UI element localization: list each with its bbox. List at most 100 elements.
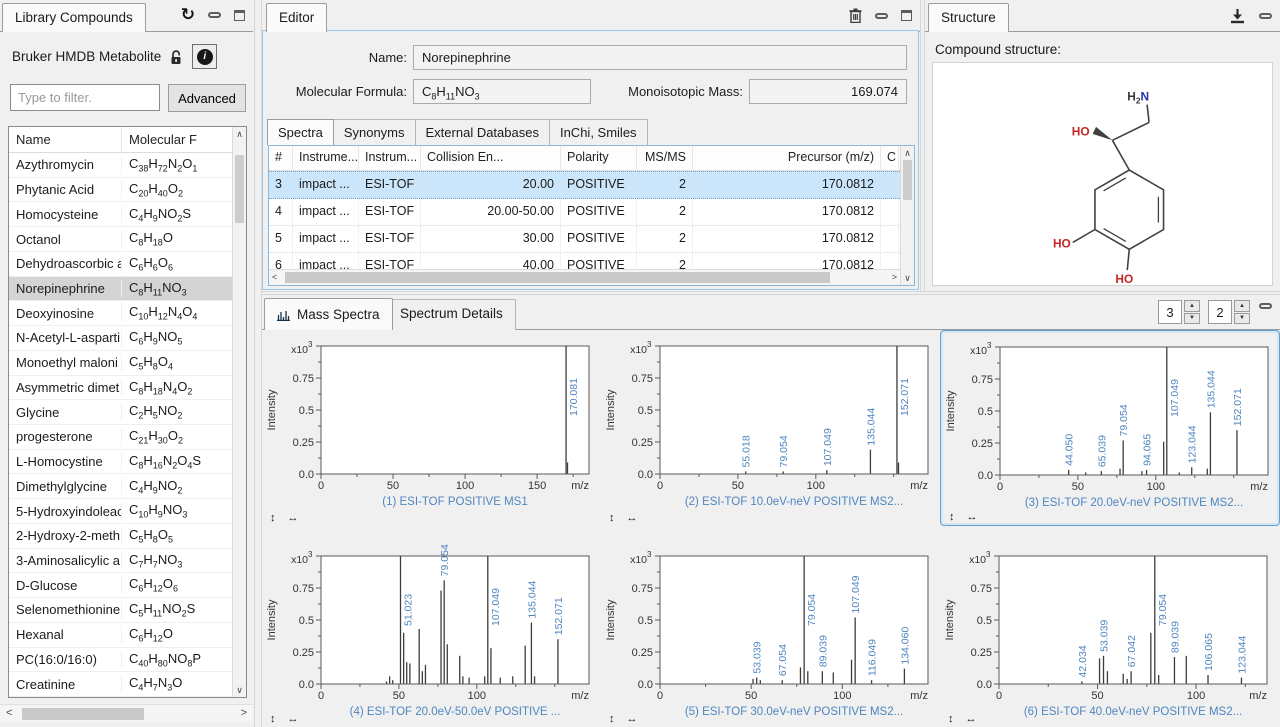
unlock-icon[interactable] <box>169 49 184 65</box>
minimize-icon[interactable] <box>875 13 888 19</box>
tab-structure[interactable]: Structure <box>928 3 1009 32</box>
monoisotopic-mass-field[interactable]: 169.074 <box>749 79 907 104</box>
tab-inchi-smiles[interactable]: InChi, Smiles <box>549 119 648 145</box>
compound-row[interactable]: L-HomocystineC8H16N2O4S <box>9 450 232 475</box>
spectra-column-header[interactable]: Instrum... <box>359 146 421 170</box>
vertical-zoom-icon[interactable]: ↕ <box>609 713 615 725</box>
spectrum-cell-4[interactable]: 0.00.250.50.75x103Intensity050100m/z51.0… <box>262 526 601 727</box>
scroll-down-icon[interactable]: ∨ <box>233 685 246 695</box>
spectra-column-header[interactable]: C <box>881 146 899 170</box>
spectra-column-header[interactable]: MS/MS <box>637 146 693 170</box>
vertical-zoom-icon[interactable]: ↕ <box>270 713 276 725</box>
horizontal-zoom-icon[interactable]: ↔ <box>966 713 977 725</box>
scroll-right-icon[interactable]: > <box>241 707 247 719</box>
filter-input[interactable] <box>10 84 160 111</box>
compound-row[interactable]: AzythromycinC38H72N2O1 <box>9 153 232 178</box>
compound-row[interactable]: NorepinephrineC8H11NO3 <box>9 277 232 302</box>
scroll-up-icon[interactable]: ∧ <box>901 148 914 158</box>
compound-row[interactable]: CreatinineC4H7N3O <box>9 672 232 697</box>
compound-row[interactable]: Phytanic AcidC20H40O2 <box>9 178 232 203</box>
spectra-column-header[interactable]: # <box>269 146 293 170</box>
compound-row[interactable]: 3-Aminosalicylic aC7H7NO3 <box>9 549 232 574</box>
grid-columns-value[interactable]: 3 <box>1158 300 1182 324</box>
scroll-right-icon[interactable]: > <box>892 272 897 282</box>
spectra-table-hscrollbar[interactable]: < > <box>269 269 900 285</box>
tab-library-compounds[interactable]: Library Compounds <box>2 3 146 32</box>
spectrum-cell-6[interactable]: 0.00.250.50.75x103Intensity050100m/z42.0… <box>940 526 1280 727</box>
compound-row[interactable]: HexanalC6H12O <box>9 623 232 648</box>
scrollbar-thumb[interactable] <box>285 272 830 283</box>
compound-row[interactable]: SelenomethionineC5H11NO2S <box>9 598 232 623</box>
scroll-left-icon[interactable]: < <box>6 707 12 719</box>
tab-spectrum-details[interactable]: Spectrum Details <box>387 299 516 330</box>
compound-row[interactable]: HomocysteineC4H9NO2S <box>9 202 232 227</box>
vertical-zoom-icon[interactable]: ↕ <box>270 512 276 524</box>
grid-rows-value[interactable]: 2 <box>1208 300 1232 324</box>
minimize-icon[interactable] <box>1259 13 1272 19</box>
compound-row[interactable]: N-Acetyl-L-aspartiC6H9NO5 <box>9 326 232 351</box>
compound-row[interactable]: PC(16:0/16:0)C40H80NO8P <box>9 648 232 673</box>
spinner-down-icon[interactable]: ▼ <box>1184 313 1200 325</box>
compound-row[interactable]: progesteroneC21H30O2 <box>9 425 232 450</box>
minimize-icon[interactable] <box>1259 303 1272 309</box>
spinner-down-icon[interactable]: ▼ <box>1234 313 1250 325</box>
tab-mass-spectra[interactable]: Mass Spectra <box>264 298 393 330</box>
column-header-name[interactable]: Name <box>9 127 121 152</box>
compound-row[interactable]: DeoxyinosineC10H12N4O4 <box>9 301 232 326</box>
scrollbar-thumb[interactable] <box>235 155 244 223</box>
horizontal-zoom-icon[interactable]: ↔ <box>967 511 978 523</box>
tab-spectra[interactable]: Spectra <box>267 119 334 145</box>
scroll-down-icon[interactable]: ∨ <box>901 273 914 283</box>
compound-row[interactable]: 5-HydroxyindoleacC10H9NO3 <box>9 499 232 524</box>
compound-row[interactable]: Monoethyl maloniC5H8O4 <box>9 351 232 376</box>
vertical-zoom-icon[interactable]: ↕ <box>948 713 954 725</box>
compound-row[interactable]: D-GlucoseC6H12O6 <box>9 573 232 598</box>
delete-icon[interactable] <box>849 8 862 23</box>
advanced-button[interactable]: Advanced <box>168 84 246 112</box>
compound-row[interactable]: Asymmetric dimetC8H18N4O2 <box>9 376 232 401</box>
vertical-zoom-icon[interactable]: ↕ <box>609 512 615 524</box>
scroll-up-icon[interactable]: ∧ <box>233 129 246 139</box>
name-field[interactable] <box>413 45 907 70</box>
scrollbar-thumb[interactable] <box>22 708 144 720</box>
spectrum-row[interactable]: 5impact ...ESI-TOF30.00POSITIVE2170.0812 <box>269 226 900 253</box>
refresh-icon[interactable]: ↻ <box>181 8 195 22</box>
scrollbar-thumb[interactable] <box>903 160 912 200</box>
molecular-formula-field[interactable]: C8H11NO3 <box>413 79 591 104</box>
spectra-column-header[interactable]: Instrume... <box>293 146 359 170</box>
tab-editor[interactable]: Editor <box>266 3 327 32</box>
compound-row[interactable]: GlycineC2H5NO2 <box>9 400 232 425</box>
spinner-up-icon[interactable]: ▲ <box>1184 300 1200 312</box>
spectra-table-vscrollbar[interactable]: ∧ ∨ <box>900 146 914 285</box>
download-icon[interactable] <box>1229 8 1246 24</box>
spectra-column-header[interactable]: Precursor (m/z) <box>693 146 881 170</box>
horizontal-zoom-icon[interactable]: ↔ <box>627 713 638 725</box>
vertical-zoom-icon[interactable]: ↕ <box>949 511 955 523</box>
spectra-column-header[interactable]: Polarity <box>561 146 637 170</box>
scroll-left-icon[interactable]: < <box>272 272 277 282</box>
horizontal-zoom-icon[interactable]: ↔ <box>288 713 299 725</box>
compound-row[interactable]: DimethylglycineC4H9NO2 <box>9 474 232 499</box>
spectrum-cell-5[interactable]: 0.00.250.50.75x103Intensity050100m/z53.0… <box>601 526 940 727</box>
panel-splitter[interactable] <box>254 0 262 727</box>
maximize-icon[interactable] <box>234 10 245 21</box>
info-button[interactable]: i <box>192 44 217 69</box>
spectrum-cell-3[interactable]: 0.00.250.50.75x103Intensity050100m/z44.0… <box>940 330 1280 526</box>
spectrum-cell-1[interactable]: 0.00.250.50.75x103Intensity050100150m/z1… <box>262 330 601 526</box>
horizontal-zoom-icon[interactable]: ↔ <box>627 512 638 524</box>
spectrum-row[interactable]: 4impact ...ESI-TOF20.00-50.00POSITIVE217… <box>269 199 900 226</box>
horizontal-zoom-icon[interactable]: ↔ <box>288 512 299 524</box>
spectra-column-header[interactable]: Collision En... <box>421 146 561 170</box>
minimize-icon[interactable] <box>208 12 221 18</box>
compound-row[interactable]: OctanolC8H18O <box>9 227 232 252</box>
compound-row[interactable]: Dehydroascorbic aC6H6O6 <box>9 252 232 277</box>
spectrum-cell-2[interactable]: 0.00.250.50.75x103Intensity050100m/z55.0… <box>601 330 940 526</box>
tab-external-databases[interactable]: External Databases <box>415 119 550 145</box>
compound-list-vscrollbar[interactable]: ∧ ∨ <box>232 127 246 697</box>
spinner-up-icon[interactable]: ▲ <box>1234 300 1250 312</box>
column-header-formula[interactable]: Molecular F <box>121 127 232 152</box>
spectrum-row[interactable]: 3impact ...ESI-TOF20.00POSITIVE2170.0812 <box>269 171 900 199</box>
library-hscrollbar[interactable]: < > <box>0 704 253 722</box>
tab-synonyms[interactable]: Synonyms <box>333 119 416 145</box>
compound-row[interactable]: 2-Hydroxy-2-methC5H8O5 <box>9 524 232 549</box>
